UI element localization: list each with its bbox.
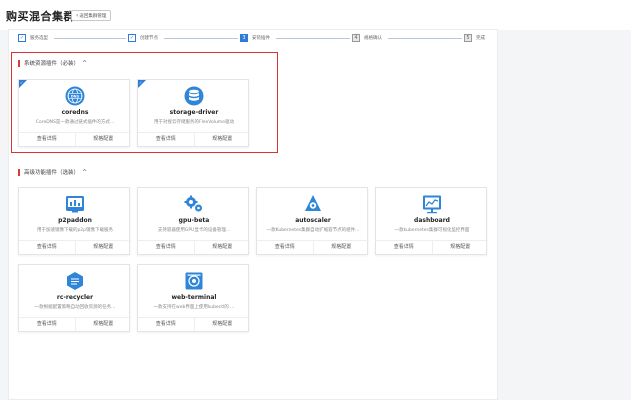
- view-details-button[interactable]: 查看详情: [138, 318, 194, 331]
- optional-section-title: 高级功能插件（选装）: [24, 170, 80, 176]
- addon-name: coredns: [61, 109, 89, 116]
- addon-actions: 查看详情 规格配置: [19, 317, 131, 331]
- spec-config-button[interactable]: 规格配置: [431, 241, 489, 254]
- addon-card-dashboard[interactable]: dashboard 一款kubernetes集群可视化监控界面 查看详情 规格配…: [375, 187, 488, 255]
- section-marker: [18, 59, 20, 67]
- view-details-button[interactable]: 查看详情: [19, 241, 75, 254]
- addon-name: web-terminal: [171, 294, 217, 301]
- step-connector: [276, 38, 350, 39]
- back-to-cluster-button[interactable]: ‹返回集群管理: [71, 10, 112, 21]
- step-4-label: 规格确认: [364, 36, 382, 41]
- step-5-label: 完成: [476, 36, 485, 41]
- spec-config-button[interactable]: 规格配置: [193, 318, 251, 331]
- page-title: 购买混合集群: [6, 10, 75, 23]
- dashboard-chart-icon: [423, 195, 441, 214]
- right-gutter: [498, 29, 631, 400]
- step-connector: [388, 38, 462, 39]
- addon-card-coredns[interactable]: ✓ DNS coredns CoreDNS是一款通过链式插件的方式... 查看详…: [18, 79, 131, 147]
- addon-description: 支持容器使用GPU显卡的设备管理...: [157, 228, 231, 233]
- addon-description: 一款支持在web界面上使用kubectl的 ...: [153, 305, 235, 310]
- step-4-number: 4: [352, 34, 360, 42]
- check-icon: ✓: [139, 80, 143, 85]
- recycler-icon: [67, 272, 83, 290]
- spec-config-button[interactable]: 规格配置: [193, 133, 251, 146]
- terminal-icon: [185, 272, 203, 290]
- addon-description: 用于对接云存储服务的FlexVolume驱动: [154, 120, 234, 125]
- collapse-caret-icon[interactable]: ^: [82, 169, 87, 176]
- step-5: 5 完成: [464, 34, 485, 42]
- step-1-check-icon: ✓: [18, 34, 26, 42]
- step-connector: [164, 38, 238, 39]
- step-5-number: 5: [464, 34, 472, 42]
- addon-card-rc-recycler[interactable]: rc-recycler 一款根据配置策略自动回收资源的任务... 查看详情 规格…: [18, 264, 131, 332]
- step-connector: [54, 38, 126, 39]
- addon-card-p2paddon[interactable]: p2paddon 用于加速镜像下载的p2p镜像下载服务 查看详情 规格配置: [18, 187, 131, 255]
- view-details-button[interactable]: 查看详情: [19, 133, 75, 146]
- addon-actions: 查看详情 规格配置: [376, 240, 488, 254]
- step-1-label: 服务选型: [30, 36, 48, 41]
- view-details-button[interactable]: 查看详情: [376, 241, 432, 254]
- back-label: 返回集群管理: [79, 14, 107, 19]
- view-details-button[interactable]: 查看详情: [138, 241, 194, 254]
- step-3-label: 安装插件: [252, 36, 270, 41]
- addon-name: gpu-beta: [178, 217, 210, 224]
- section-marker: [18, 168, 20, 176]
- step-3: 3 安装插件: [240, 34, 270, 42]
- addon-actions: 查看详情 规格配置: [138, 132, 250, 146]
- step-2-label: 创建节点: [140, 36, 158, 41]
- addon-name: autoscaler: [295, 217, 331, 224]
- addon-card-web-terminal[interactable]: web-terminal 一款支持在web界面上使用kubectl的 ... 查…: [137, 264, 250, 332]
- addon-description: 一款Kubernetes集群自动扩缩容节点的组件...: [266, 228, 360, 233]
- view-details-button[interactable]: 查看详情: [257, 241, 313, 254]
- addon-card-gpu-beta[interactable]: gpu-beta 支持容器使用GPU显卡的设备管理... 查看详情 规格配置: [137, 187, 250, 255]
- check-icon: ✓: [20, 80, 24, 85]
- addon-actions: 查看详情 规格配置: [257, 240, 369, 254]
- optional-section-header[interactable]: 高级功能插件（选装） ^: [18, 168, 87, 176]
- addon-description: 一款根据配置策略自动回收资源的任务...: [34, 305, 116, 310]
- spec-config-button[interactable]: 规格配置: [312, 241, 370, 254]
- collapse-caret-icon[interactable]: ^: [82, 60, 87, 67]
- addon-description: CoreDNS是一款通过链式插件的方式...: [35, 120, 115, 125]
- wizard-steps: ✓ 服务选型 ✓ 创建节点 3 安装插件 4 规格确认 5 完成: [18, 34, 488, 42]
- step-2-check-icon: ✓: [128, 34, 136, 42]
- addon-actions: 查看详情 规格配置: [138, 317, 250, 331]
- addon-name: p2paddon: [58, 217, 92, 224]
- addon-description: 一款kubernetes集群可视化监控界面: [394, 228, 470, 233]
- spec-config-button[interactable]: 规格配置: [74, 318, 132, 331]
- view-details-button[interactable]: 查看详情: [19, 318, 75, 331]
- page-header: 购买混合集群 ‹返回集群管理: [0, 0, 631, 30]
- addon-actions: 查看详情 规格配置: [19, 240, 131, 254]
- spec-config-button[interactable]: 规格配置: [74, 133, 132, 146]
- addon-description: 用于加速镜像下载的p2p镜像下载服务: [36, 228, 114, 233]
- step-2: ✓ 创建节点: [128, 34, 158, 42]
- view-details-button[interactable]: 查看详情: [138, 133, 194, 146]
- addon-name: storage-driver: [169, 109, 219, 116]
- spec-config-button[interactable]: 规格配置: [193, 241, 251, 254]
- addon-name: dashboard: [414, 217, 450, 224]
- step-3-number: 3: [240, 34, 248, 42]
- svg-text:DNS: DNS: [71, 95, 80, 99]
- p2p-network-icon: [66, 196, 84, 213]
- addon-name: rc-recycler: [56, 294, 94, 301]
- addon-actions: 查看详情 规格配置: [19, 132, 131, 146]
- database-icon: [184, 86, 204, 106]
- addon-card-autoscaler[interactable]: autoscaler 一款Kubernetes集群自动扩缩容节点的组件... 查…: [256, 187, 369, 255]
- step-1: ✓ 服务选型: [18, 34, 48, 42]
- step-4: 4 规格确认: [352, 34, 382, 42]
- spec-config-button[interactable]: 规格配置: [74, 241, 132, 254]
- addon-card-storage-driver[interactable]: ✓ storage-driver 用于对接云存储服务的FlexVolume驱动 …: [137, 79, 250, 147]
- required-section-title: 系统资源插件（必装）: [24, 61, 80, 67]
- dns-globe-icon: DNS: [65, 86, 85, 106]
- gears-icon: [184, 195, 202, 212]
- autoscaler-icon: [305, 195, 321, 211]
- required-section-header[interactable]: 系统资源插件（必装） ^: [18, 59, 87, 67]
- left-gutter: [0, 29, 8, 400]
- addon-actions: 查看详情 规格配置: [138, 240, 250, 254]
